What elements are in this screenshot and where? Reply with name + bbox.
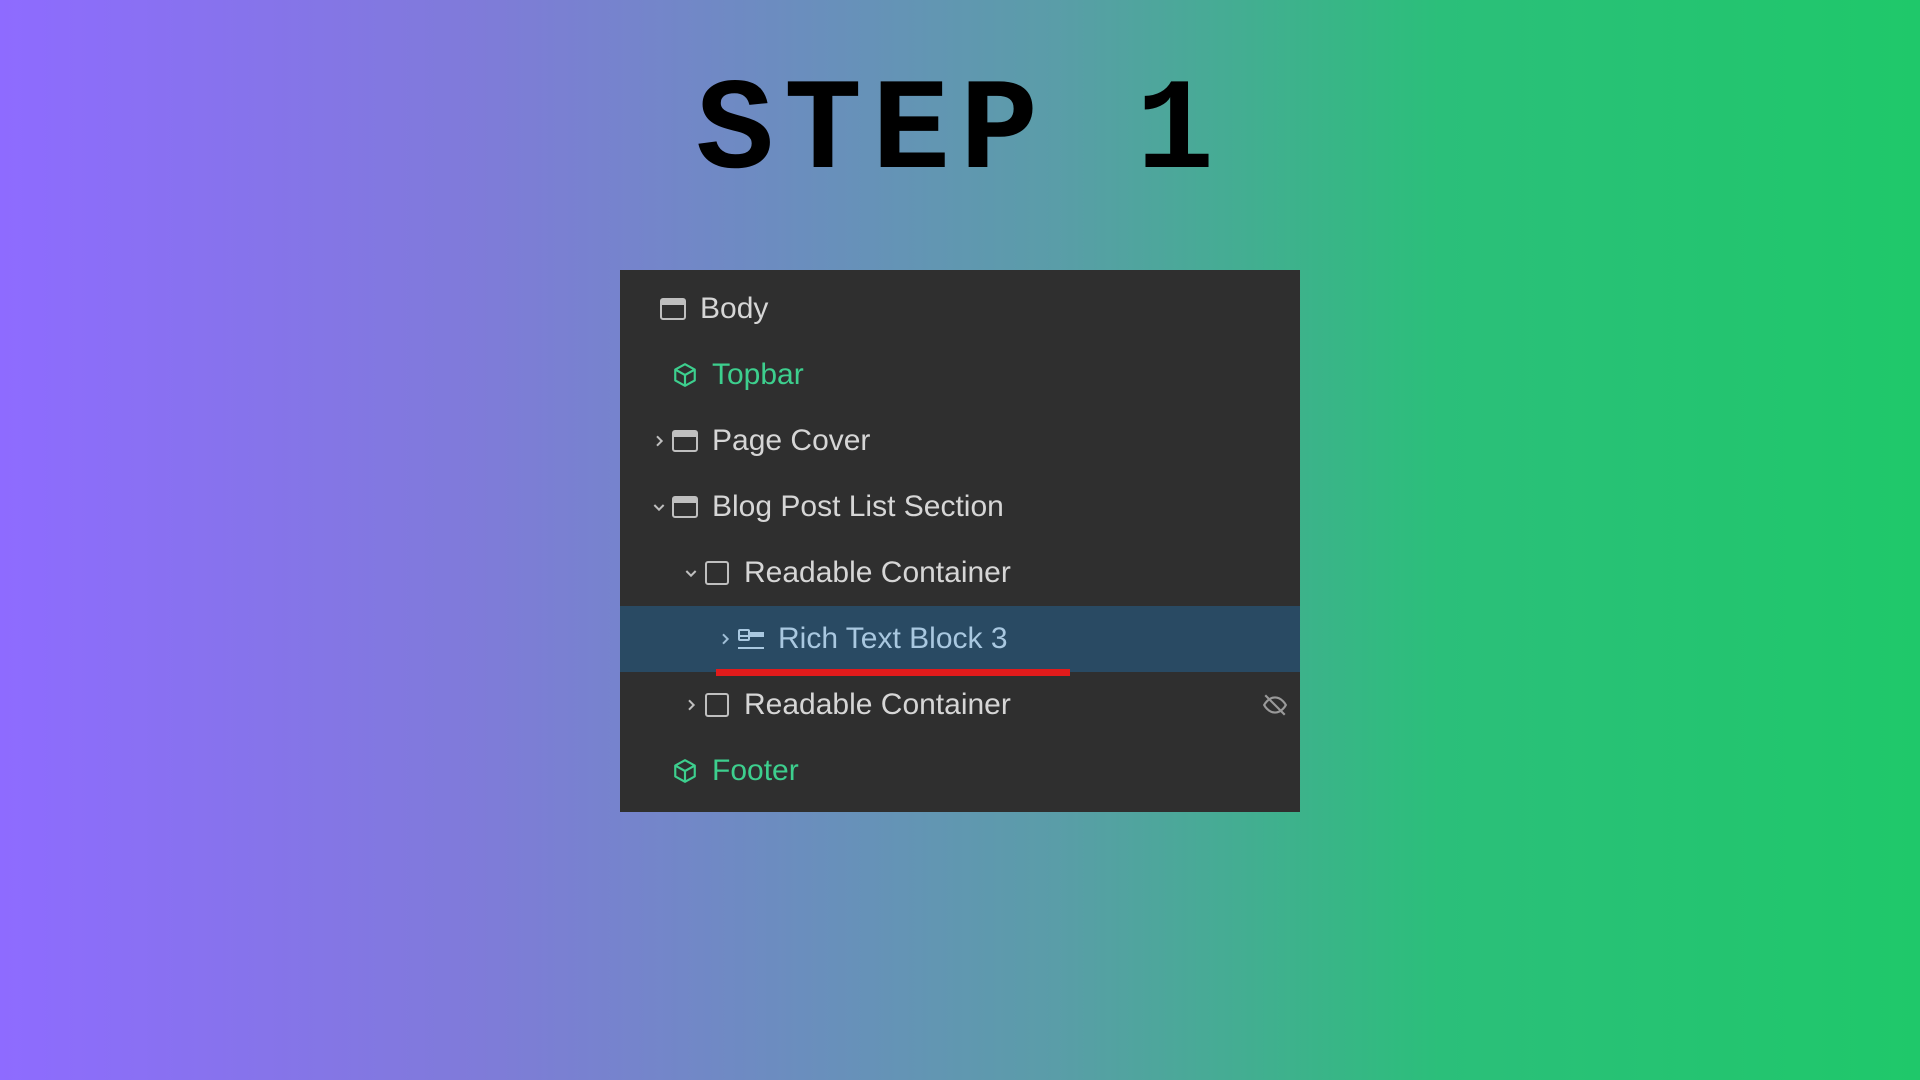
chevron-right-icon[interactable]: [680, 697, 702, 713]
tree-label: Footer: [712, 754, 1250, 788]
tree-item-readable-container-2[interactable]: Readable Container: [620, 672, 1300, 738]
tree-item-footer[interactable]: Footer: [620, 738, 1300, 804]
chevron-right-icon[interactable]: [648, 433, 670, 449]
component-cube-icon: [670, 756, 700, 786]
tree-label: Blog Post List Section: [712, 490, 1250, 524]
tree-label: Page Cover: [712, 424, 1250, 458]
tree-item-blog-section[interactable]: Blog Post List Section: [620, 474, 1300, 540]
section-icon: [670, 426, 700, 456]
step-title: STEP 1: [696, 60, 1224, 207]
section-icon: [670, 492, 700, 522]
tree-item-topbar[interactable]: Topbar: [620, 342, 1300, 408]
chevron-down-icon[interactable]: [680, 565, 702, 581]
tree-label: Readable Container: [744, 556, 1250, 590]
navigator-panel: Body Topbar Page Cover Blog Post List Se…: [620, 270, 1300, 812]
tree-label: Body: [700, 292, 1250, 326]
rich-text-icon: [736, 624, 766, 654]
tree-item-body[interactable]: Body: [620, 276, 1300, 342]
tree-label: Readable Container: [744, 688, 1250, 722]
visibility-off-icon[interactable]: [1250, 692, 1300, 718]
tree-label: Topbar: [712, 358, 1250, 392]
tree-item-rich-text-block-3[interactable]: Rich Text Block 3: [620, 606, 1300, 672]
tree-label: Rich Text Block 3: [778, 622, 1250, 656]
tree-item-readable-container-1[interactable]: Readable Container: [620, 540, 1300, 606]
container-icon: [702, 558, 732, 588]
component-cube-icon: [670, 360, 700, 390]
section-icon: [658, 294, 688, 324]
chevron-down-icon[interactable]: [648, 499, 670, 515]
chevron-right-icon[interactable]: [714, 631, 736, 647]
tree-item-page-cover[interactable]: Page Cover: [620, 408, 1300, 474]
container-icon: [702, 690, 732, 720]
